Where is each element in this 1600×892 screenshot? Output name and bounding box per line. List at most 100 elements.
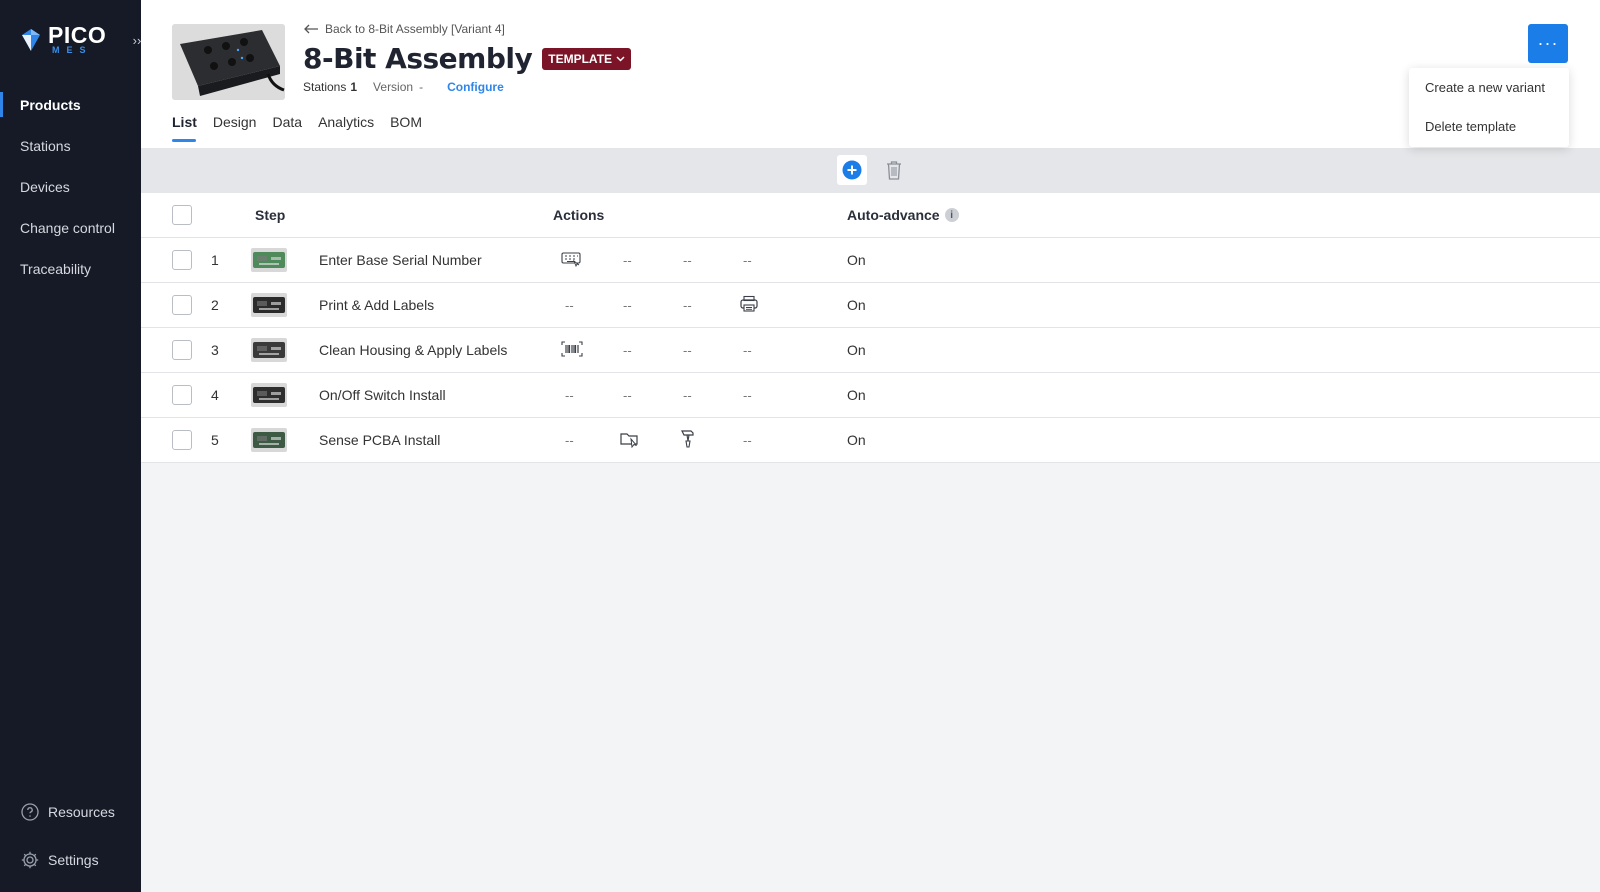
tab-bom[interactable]: BOM <box>390 114 422 142</box>
sidebar-item-resources[interactable]: Resources <box>20 802 140 822</box>
step-number: 3 <box>211 342 219 358</box>
action-empty: -- <box>565 297 574 313</box>
auto-advance-value: On <box>847 342 866 358</box>
auto-advance-value: On <box>847 252 866 268</box>
menu-item-delete-template[interactable]: Delete template <box>1409 107 1569 146</box>
action-empty: -- <box>565 387 574 403</box>
barcode-icon[interactable] <box>561 340 583 360</box>
sidebar-nav: Products Stations Devices Change control… <box>0 84 141 289</box>
plus-circle-icon <box>842 160 862 180</box>
auto-advance-value: On <box>847 297 866 313</box>
row-checkbox[interactable] <box>172 340 192 360</box>
action-empty: -- <box>683 297 692 313</box>
delete-step-button[interactable] <box>879 155 909 185</box>
sidebar-item-label: Change control <box>20 219 115 236</box>
table-header-row: Step Actions Auto-advance i <box>141 193 1600 238</box>
step-name[interactable]: Clean Housing & Apply Labels <box>319 328 507 372</box>
sidebar-item-label: Resources <box>48 804 115 820</box>
sidebar: PICO MES ›› Products Stations Devices Ch… <box>0 0 146 892</box>
back-link[interactable]: Back to 8-Bit Assembly [Variant 4] <box>303 22 505 36</box>
column-header-auto-advance: Auto-advance <box>847 207 940 223</box>
tab-list[interactable]: List <box>172 114 197 142</box>
sidebar-item-stations[interactable]: Stations <box>0 125 141 166</box>
table-row[interactable]: 4 On/Off Switch Install -- -- -- -- On <box>141 373 1600 418</box>
table-row[interactable]: 1 Enter Base Serial Number -- -- -- On <box>141 238 1600 283</box>
sidebar-item-label: Products <box>20 96 81 113</box>
step-thumbnail <box>251 338 287 362</box>
printer-icon[interactable] <box>739 295 759 316</box>
page-title: 8-Bit Assembly <box>303 42 533 75</box>
action-empty: -- <box>623 342 632 358</box>
select-all-checkbox[interactable] <box>172 205 192 225</box>
column-header-step: Step <box>255 207 286 223</box>
steps-table: Step Actions Auto-advance i 1 Enter Base … <box>141 193 1600 463</box>
logo-pico-text: PICO <box>48 22 107 48</box>
tab-data[interactable]: Data <box>272 114 302 142</box>
screwdriver-icon[interactable] <box>679 429 697 452</box>
sidebar-item-label: Settings <box>48 852 99 868</box>
pick-part-icon[interactable] <box>619 430 641 451</box>
step-number: 4 <box>211 387 219 403</box>
row-checkbox[interactable] <box>172 385 192 405</box>
tab-analytics[interactable]: Analytics <box>318 114 374 142</box>
sidebar-item-change-control[interactable]: Change control <box>0 207 141 248</box>
table-row[interactable]: 5 Sense PCBA Install -- -- On <box>141 418 1600 463</box>
action-empty: -- <box>743 342 752 358</box>
stations-label: Stations <box>303 80 347 94</box>
keyboard-icon[interactable] <box>561 251 581 270</box>
back-link-label: Back to 8-Bit Assembly [Variant 4] <box>325 22 505 36</box>
help-circle-icon <box>21 803 39 821</box>
table-row[interactable]: 3 Clean Housing & Apply Labels -- -- -- On <box>141 328 1600 373</box>
configure-link[interactable]: Configure <box>447 80 504 94</box>
gear-icon <box>21 851 39 869</box>
step-thumbnail <box>251 248 287 272</box>
row-checkbox[interactable] <box>172 295 192 315</box>
action-empty: -- <box>683 252 692 268</box>
step-name[interactable]: Enter Base Serial Number <box>319 238 482 282</box>
more-options-button[interactable]: ··· <box>1528 24 1568 63</box>
step-name[interactable]: Print & Add Labels <box>319 283 434 327</box>
step-number: 2 <box>211 297 219 313</box>
step-name[interactable]: On/Off Switch Install <box>319 373 446 417</box>
template-badge-dropdown[interactable]: TEMPLATE <box>542 47 632 70</box>
product-tabs: List Design Data Analytics BOM <box>172 114 422 142</box>
version-value: - <box>419 80 424 94</box>
action-empty: -- <box>743 432 752 448</box>
step-name[interactable]: Sense PCBA Install <box>319 418 440 462</box>
step-thumbnail <box>251 428 287 452</box>
arrow-left-icon <box>304 24 318 34</box>
ellipsis-icon: ··· <box>1537 33 1559 53</box>
action-empty: -- <box>743 387 752 403</box>
tab-design[interactable]: Design <box>213 114 257 142</box>
menu-item-create-variant[interactable]: Create a new variant <box>1409 68 1569 107</box>
trash-icon <box>887 161 901 180</box>
sidebar-item-label: Devices <box>20 178 70 195</box>
sidebar-item-devices[interactable]: Devices <box>0 166 141 207</box>
sidebar-item-products[interactable]: Products <box>0 84 141 125</box>
action-empty: -- <box>623 297 632 313</box>
product-meta: Stations 1 Version - Configure <box>303 80 504 94</box>
logo-mes-text: MES <box>52 45 93 55</box>
chevron-down-icon <box>616 55 625 62</box>
steps-toolbar <box>141 148 1600 193</box>
sidebar-item-traceability[interactable]: Traceability <box>0 248 141 289</box>
template-badge-label: TEMPLATE <box>548 51 613 66</box>
product-header: Back to 8-Bit Assembly [Variant 4] 8-Bit… <box>141 0 1600 148</box>
action-empty: -- <box>565 432 574 448</box>
sidebar-item-label: Stations <box>20 137 71 154</box>
action-empty: -- <box>623 387 632 403</box>
action-empty: -- <box>623 252 632 268</box>
diamond-logo-icon <box>22 28 40 51</box>
info-icon[interactable]: i <box>944 208 959 222</box>
row-checkbox[interactable] <box>172 250 192 270</box>
options-menu: Create a new variant Delete template <box>1409 68 1569 147</box>
pico-mes-logo[interactable]: PICO MES <box>20 24 106 55</box>
version-label: Version <box>373 80 414 94</box>
row-checkbox[interactable] <box>172 430 192 450</box>
sidebar-item-settings[interactable]: Settings <box>20 850 140 870</box>
stations-count: 1 <box>350 80 358 94</box>
step-number: 1 <box>211 252 219 268</box>
action-empty: -- <box>743 252 752 268</box>
add-step-button[interactable] <box>837 155 867 185</box>
table-row[interactable]: 2 Print & Add Labels -- -- -- On <box>141 283 1600 328</box>
